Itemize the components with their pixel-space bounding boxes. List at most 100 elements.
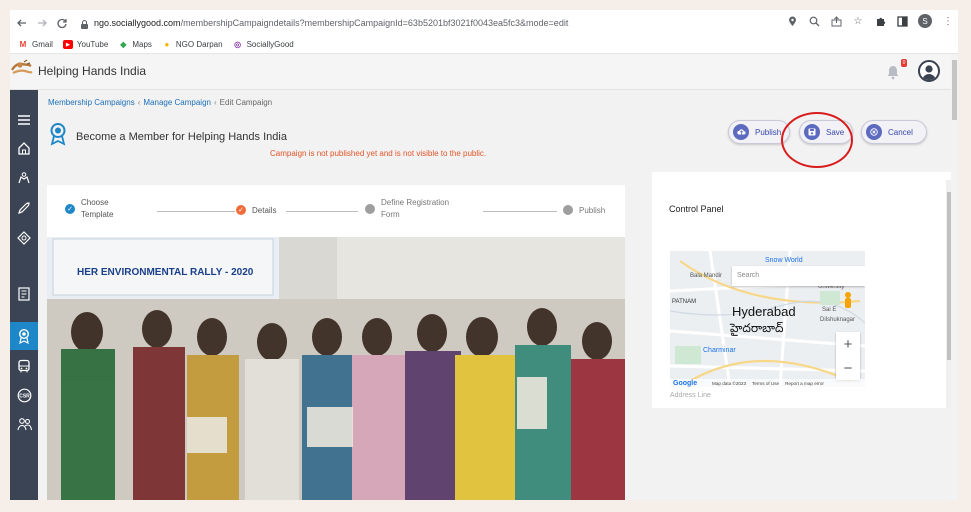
- breadcrumb-current: Edit Campaign: [219, 98, 273, 107]
- pending-dot-icon: [563, 205, 573, 215]
- zoom-out-button[interactable]: −: [836, 356, 860, 380]
- membership-award-icon[interactable]: [16, 328, 32, 344]
- publish-label: Publish: [755, 127, 782, 137]
- sociallygood-icon: ◎: [234, 40, 242, 49]
- check-icon: ✓: [65, 204, 75, 214]
- map-label-snow-world: Snow World: [765, 257, 803, 264]
- map-city-local-label: హైదరాబాద్: [730, 321, 784, 335]
- step-details[interactable]: ✓ Details: [236, 205, 276, 215]
- membership-award-icon: [48, 122, 68, 151]
- location-pin-icon[interactable]: [786, 15, 798, 27]
- notification-bell-icon[interactable]: [886, 64, 900, 80]
- step-connector: [157, 211, 235, 212]
- step-connector: [286, 211, 358, 212]
- lock-icon: [80, 17, 89, 35]
- cancel-label: Cancel: [888, 127, 913, 137]
- bookmark-star-icon[interactable]: ☆: [852, 15, 864, 27]
- bookmark-youtube[interactable]: ▶ YouTube: [62, 40, 108, 49]
- helping-hands-logo-icon[interactable]: [10, 58, 34, 80]
- app-header: Helping Hands India 0: [10, 54, 958, 90]
- step-label-line2: Template: [81, 210, 114, 219]
- org-name: Helping Hands India: [38, 64, 147, 78]
- control-panel: Control Panel Snow World Bala Mandir PAT…: [652, 172, 954, 408]
- bookmark-gmail[interactable]: M Gmail: [18, 40, 53, 49]
- page-scrollbar[interactable]: [951, 54, 958, 500]
- step-label: Choose: [81, 198, 109, 207]
- map-footer: Google Map data ©2023 Terms of Use Repor…: [670, 379, 865, 387]
- side-panel-icon[interactable]: [896, 15, 908, 27]
- zoom-in-button[interactable]: +: [836, 332, 860, 356]
- step-choose-template[interactable]: ✓ Choose Template: [65, 197, 113, 221]
- step-connector: [483, 211, 557, 212]
- location-map[interactable]: Snow World Bala Mandir PATNAM Charminar …: [670, 251, 865, 387]
- home-icon[interactable]: [16, 140, 32, 156]
- bus-icon[interactable]: [16, 358, 32, 374]
- ngo-darpan-icon: ●: [164, 40, 170, 49]
- step-label: Define Registration: [381, 198, 450, 207]
- breadcrumb-manage-campaign[interactable]: Manage Campaign: [143, 98, 211, 107]
- extensions-puzzle-icon[interactable]: [874, 15, 886, 27]
- breadcrumb-separator: ‹: [137, 98, 141, 107]
- title-row: Become a Member for Helping Hands India: [48, 122, 287, 151]
- map-search-input[interactable]: Search: [732, 266, 865, 286]
- zoom-icon[interactable]: [808, 15, 820, 27]
- highlight-circle: [781, 112, 853, 168]
- banner-title: HER ENVIRONMENTAL RALLY - 2020: [77, 267, 254, 278]
- group-photo-illustration: HER ENVIRONMENTAL RALLY - 2020: [47, 237, 625, 500]
- step-label: Publish: [579, 205, 606, 215]
- bookmark-maps[interactable]: ◆ Maps: [118, 40, 152, 49]
- map-label-sai-e: Sai E: [822, 307, 836, 313]
- page-scroll-thumb[interactable]: [952, 60, 957, 120]
- step-label: Details: [252, 205, 277, 215]
- profile-avatar[interactable]: S: [918, 14, 932, 28]
- share-icon[interactable]: [830, 15, 842, 27]
- gmail-icon: M: [19, 40, 27, 49]
- bookmarks-bar: M Gmail ▶ YouTube ◆ Maps ● NGO Darpan ◎ Socia…: [10, 36, 958, 54]
- control-panel-title: Control Panel: [669, 204, 724, 214]
- address-line-label: Address Line: [670, 392, 711, 399]
- hamburger-menu-icon[interactable]: [16, 112, 32, 128]
- unpublished-warning: Campaign is not published yet and is not…: [270, 149, 487, 158]
- bookmark-sociallygood[interactable]: ◎ SociallyGood: [233, 40, 294, 49]
- browser-actions: ☆ S ⋮: [786, 14, 954, 28]
- report-error-link[interactable]: Report a map error: [785, 381, 824, 386]
- url-text: ngo.sociallygood.com/membershipCampaignd…: [94, 18, 569, 28]
- cancel-x-icon: [866, 124, 882, 140]
- youtube-icon: ▶: [62, 40, 73, 49]
- map-data-text: Map data ©2023: [712, 380, 747, 386]
- map-label-charminar: Charminar: [703, 347, 736, 354]
- map-label-dilshuknagar: Dilshuknagar: [820, 317, 855, 323]
- side-navigation: CSR: [10, 90, 38, 500]
- csr-icon[interactable]: CSR: [16, 387, 32, 403]
- breadcrumb-separator: ‹: [213, 98, 217, 107]
- maps-icon: ◆: [120, 40, 127, 49]
- forward-arrow-icon[interactable]: [34, 15, 50, 31]
- back-arrow-icon[interactable]: [14, 15, 30, 31]
- people-group-icon[interactable]: [16, 416, 32, 432]
- campaign-banner-photo: HER ENVIRONMENTAL RALLY - 2020: [47, 237, 625, 500]
- volunteer-hands-icon[interactable]: [16, 170, 32, 186]
- breadcrumb-membership-campaigns[interactable]: Membership Campaigns: [48, 98, 135, 107]
- reload-icon[interactable]: [54, 15, 70, 31]
- cancel-button[interactable]: Cancel: [861, 120, 927, 144]
- user-avatar-icon[interactable]: [918, 60, 940, 82]
- step-label-line2: Form: [381, 210, 400, 219]
- forms-list-icon[interactable]: [16, 286, 32, 302]
- map-zoom-controls: + −: [836, 332, 860, 380]
- map-label-bala-mandir: Bala Mandir: [690, 273, 722, 279]
- breadcrumb: Membership Campaigns ‹ Manage Campaign ‹ Edi…: [48, 98, 272, 107]
- bookmark-ngo-darpan[interactable]: ● NGO Darpan: [162, 40, 222, 49]
- campaign-stepper: ✓ Choose Template ✓ Details Define Regist…: [47, 185, 625, 237]
- step-define-registration-form[interactable]: Define Registration Form: [365, 197, 449, 221]
- map-label-patnam: PATNAM: [672, 299, 696, 305]
- browser-window: ngo.sociallygood.com/membershipCampaignd…: [10, 10, 958, 500]
- map-city-label: Hyderabad: [732, 304, 796, 319]
- upload-cloud-icon: [733, 124, 749, 140]
- terms-link[interactable]: Terms of Use: [752, 381, 779, 386]
- street-view-pegman-icon[interactable]: [845, 292, 851, 308]
- main-content: Membership Campaigns ‹ Manage Campaign ‹ Edi…: [38, 90, 958, 500]
- badge-diamond-icon[interactable]: [16, 230, 32, 246]
- kebab-menu-icon[interactable]: ⋮: [942, 15, 954, 27]
- campaign-rocket-icon[interactable]: [16, 200, 32, 216]
- step-publish[interactable]: Publish: [563, 205, 605, 215]
